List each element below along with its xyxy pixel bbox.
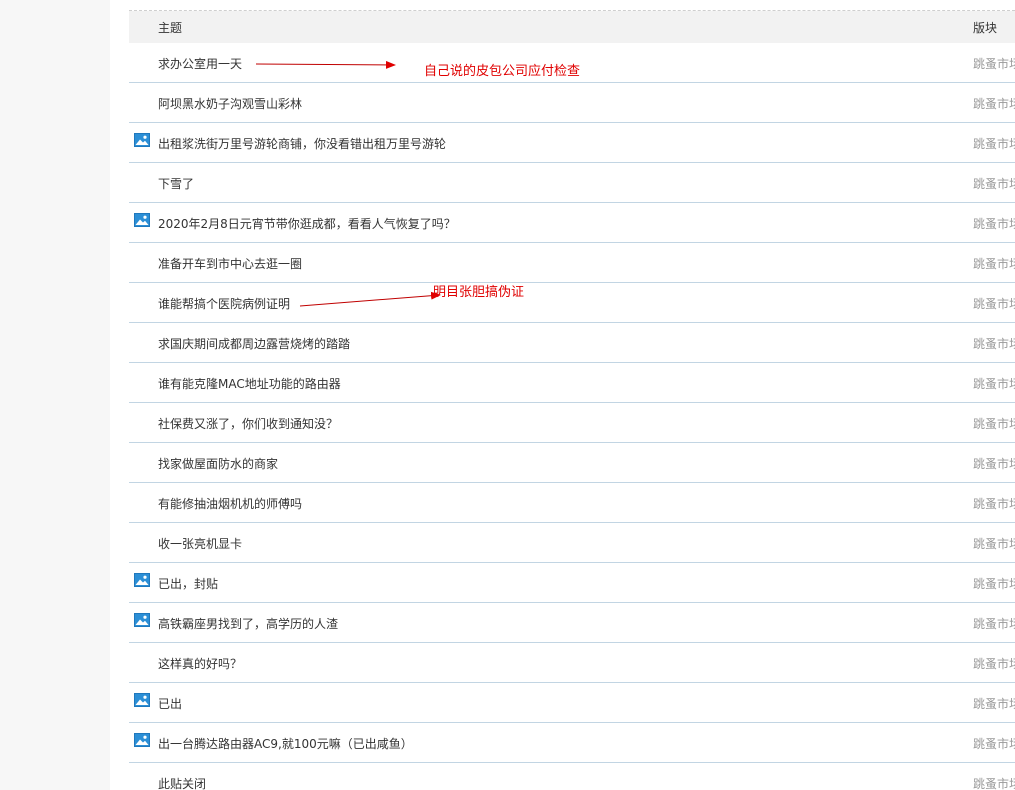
thread-title-link[interactable]: 谁有能克隆MAC地址功能的路由器 (158, 375, 341, 392)
thread-title-link[interactable]: 阿坝黑水奶子沟观雪山彩林 (158, 95, 302, 112)
board-link[interactable]: 跳蚤市场 (973, 55, 1015, 72)
board-link[interactable]: 跳蚤市场 (973, 695, 1015, 712)
board-link[interactable]: 跳蚤市场 (973, 495, 1015, 512)
board-link[interactable]: 跳蚤市场 (973, 735, 1015, 752)
table-row: 出租浆洗街万里号游轮商铺，你没看错出租万里号游轮 跳蚤市场 (129, 123, 1015, 163)
image-icon (134, 133, 150, 147)
thread-title-link[interactable]: 高铁霸座男找到了，高学历的人渣 (158, 615, 338, 632)
table-row: 社保费又涨了，你们收到通知没？ 跳蚤市场 (129, 403, 1015, 443)
thread-title-link[interactable]: 有能修抽油烟机机的师傅吗 (158, 495, 302, 512)
thread-title-link[interactable]: 出租浆洗街万里号游轮商铺，你没看错出租万里号游轮 (158, 135, 446, 152)
board-link[interactable]: 跳蚤市场 (973, 95, 1015, 112)
thread-title-link[interactable]: 已出，封贴 (158, 575, 218, 592)
table-row: 已出，封贴 跳蚤市场 (129, 563, 1015, 603)
table-row: 求国庆期间成都周边露营烧烤的踏踏 跳蚤市场 (129, 323, 1015, 363)
table-row: 准备开车到市中心去逛一圈 跳蚤市场 (129, 243, 1015, 283)
column-header-board: 版块 (973, 21, 998, 35)
thread-title-link[interactable]: 找家做屋面防水的商家 (158, 455, 278, 472)
board-link[interactable]: 跳蚤市场 (973, 535, 1015, 552)
table-row: 2020年2月8日元宵节带你逛成都，看看人气恢复了吗？ 跳蚤市场 (129, 203, 1015, 243)
image-icon (134, 573, 150, 587)
board-link[interactable]: 跳蚤市场 (973, 455, 1015, 472)
board-link[interactable]: 跳蚤市场 (973, 575, 1015, 592)
table-row: 收一张亮机显卡 跳蚤市场 (129, 523, 1015, 563)
thread-title-link[interactable]: 这样真的好吗？ (158, 655, 242, 672)
board-link[interactable]: 跳蚤市场 (973, 615, 1015, 632)
table-row: 此贴关闭 跳蚤市场 (129, 763, 1015, 790)
board-link[interactable]: 跳蚤市场 (973, 255, 1015, 272)
table-row: 下雪了 跳蚤市场 (129, 163, 1015, 203)
table-row: 谁能帮搞个医院病例证明 跳蚤市场 (129, 283, 1015, 323)
forum-thread-list-page: 主题 版块 求办公室用一天跳蚤市场阿坝黑水奶子沟观雪山彩林跳蚤市场出租浆洗街万里… (0, 0, 1015, 790)
thread-title-link[interactable]: 谁能帮搞个医院病例证明 (158, 295, 290, 312)
board-link[interactable]: 跳蚤市场 (973, 335, 1015, 352)
left-gutter (0, 0, 110, 790)
thread-title-link[interactable]: 收一张亮机显卡 (158, 535, 242, 552)
board-link[interactable]: 跳蚤市场 (973, 775, 1015, 790)
thread-title-link[interactable]: 2020年2月8日元宵节带你逛成都，看看人气恢复了吗？ (158, 215, 456, 232)
table-row: 已出 跳蚤市场 (129, 683, 1015, 723)
thread-title-link[interactable]: 准备开车到市中心去逛一圈 (158, 255, 302, 272)
image-icon (134, 613, 150, 627)
image-icon (134, 693, 150, 707)
thread-title-link[interactable]: 此贴关闭 (158, 775, 206, 790)
board-link[interactable]: 跳蚤市场 (973, 175, 1015, 192)
table-row: 有能修抽油烟机机的师傅吗 跳蚤市场 (129, 483, 1015, 523)
table-row: 出一台腾达路由器AC9,就100元嘛（已出咸鱼） 跳蚤市场 (129, 723, 1015, 763)
table-row: 找家做屋面防水的商家 跳蚤市场 (129, 443, 1015, 483)
thread-rows: 求办公室用一天跳蚤市场阿坝黑水奶子沟观雪山彩林跳蚤市场出租浆洗街万里号游轮商铺，… (129, 43, 1015, 790)
board-link[interactable]: 跳蚤市场 (973, 135, 1015, 152)
thread-table: 主题 版块 求办公室用一天跳蚤市场阿坝黑水奶子沟观雪山彩林跳蚤市场出租浆洗街万里… (129, 0, 1015, 790)
thread-title-link[interactable]: 社保费又涨了，你们收到通知没？ (158, 415, 338, 432)
table-row: 这样真的好吗？ 跳蚤市场 (129, 643, 1015, 683)
thread-title-link[interactable]: 出一台腾达路由器AC9,就100元嘛（已出咸鱼） (158, 735, 413, 752)
table-row: 谁有能克隆MAC地址功能的路由器 跳蚤市场 (129, 363, 1015, 403)
thread-title-link[interactable]: 下雪了 (158, 175, 194, 192)
thread-title-link[interactable]: 求办公室用一天 (158, 55, 242, 72)
image-icon (134, 213, 150, 227)
image-icon (134, 733, 150, 747)
table-header: 主题 版块 (129, 11, 1015, 43)
thread-title-link[interactable]: 求国庆期间成都周边露营烧烤的踏踏 (158, 335, 350, 352)
board-link[interactable]: 跳蚤市场 (973, 375, 1015, 392)
table-row: 高铁霸座男找到了，高学历的人渣 跳蚤市场 (129, 603, 1015, 643)
thread-title-link[interactable]: 已出 (158, 695, 182, 712)
board-link[interactable]: 跳蚤市场 (973, 215, 1015, 232)
column-header-subject: 主题 (158, 21, 183, 35)
board-link[interactable]: 跳蚤市场 (973, 415, 1015, 432)
board-link[interactable]: 跳蚤市场 (973, 295, 1015, 312)
board-link[interactable]: 跳蚤市场 (973, 655, 1015, 672)
table-row: 阿坝黑水奶子沟观雪山彩林 跳蚤市场 (129, 83, 1015, 123)
table-row: 求办公室用一天 跳蚤市场 (129, 43, 1015, 83)
